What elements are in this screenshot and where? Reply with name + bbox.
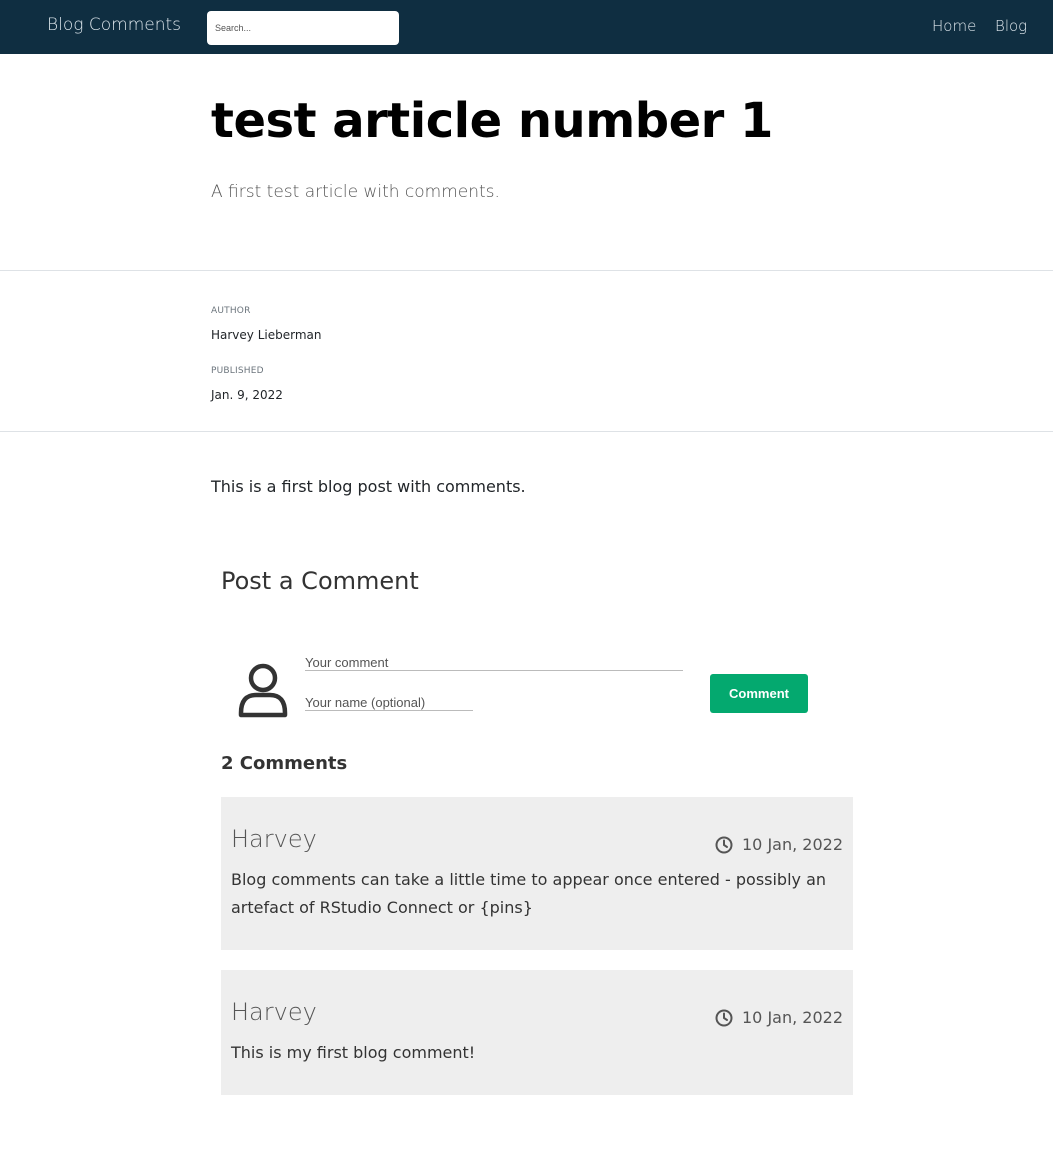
comment-date-text: 10 Jan, 2022 (742, 835, 843, 854)
article-body: This is a first blog post with comments. (211, 477, 526, 496)
name-input[interactable] (305, 694, 473, 711)
author-label: AUTHOR (211, 306, 251, 316)
article-title: test article number 1 (211, 93, 773, 149)
published-label: PUBLISHED (211, 366, 264, 376)
comment-input[interactable] (305, 654, 683, 671)
clock-icon (715, 836, 733, 853)
comment-card: Harvey 10 Jan, 2022 Blog comments can ta… (221, 797, 853, 950)
article-subtitle: A first test article with comments. (211, 182, 500, 202)
post-comment-heading: Post a Comment (221, 567, 419, 595)
comment-date-text: 10 Jan, 2022 (742, 1008, 843, 1027)
divider (0, 270, 1053, 271)
comment-author: Harvey (231, 998, 317, 1026)
comment-date: 10 Jan, 2022 (715, 835, 843, 854)
author-value: Harvey Lieberman (211, 328, 322, 342)
published-value: Jan. 9, 2022 (211, 388, 283, 402)
comment-submit-button[interactable]: Comment (710, 674, 808, 713)
navbar: Blog Comments Home Blog (0, 0, 1053, 54)
comment-card: Harvey 10 Jan, 2022 This is my first blo… (221, 970, 853, 1095)
comment-text: Blog comments can take a little time to … (231, 870, 827, 917)
search-input[interactable] (207, 11, 399, 45)
comments-count: 2 Comments (221, 753, 348, 774)
comment-author: Harvey (231, 825, 317, 853)
clock-icon (715, 1009, 733, 1026)
comment-date: 10 Jan, 2022 (715, 1008, 843, 1027)
divider (0, 431, 1053, 432)
brand-link[interactable]: Blog Comments (47, 15, 181, 35)
user-avatar-icon (238, 663, 288, 718)
nav-home-link[interactable]: Home (932, 17, 976, 35)
nav-blog-link[interactable]: Blog (995, 17, 1027, 35)
comment-text: This is my first blog comment! (231, 1043, 476, 1062)
